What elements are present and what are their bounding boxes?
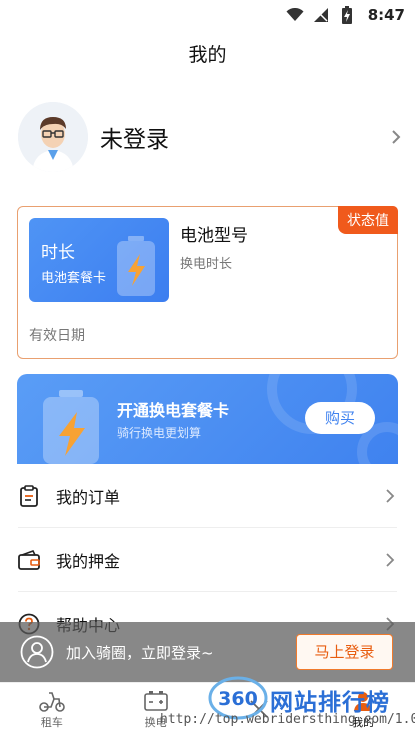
- user-circle-icon: [20, 635, 54, 669]
- page-title: 我的: [188, 44, 227, 66]
- duration-box: 时长 电池套餐卡: [29, 218, 169, 302]
- battery-swap-icon: [143, 690, 169, 712]
- tab-label: 租车: [40, 716, 63, 729]
- bottom-tab-bar: 租车 换电 我的: [0, 682, 415, 737]
- tab-rent[interactable]: 租车: [0, 683, 104, 737]
- tab-label: 我的: [352, 716, 375, 729]
- clock: 8:47: [367, 6, 405, 24]
- package-label: 电池套餐卡: [41, 271, 107, 286]
- tab-service[interactable]: [208, 683, 312, 737]
- tab-label: 换电: [144, 716, 167, 729]
- login-prompt-text: 加入骑圈，立即登录~: [66, 643, 214, 662]
- avatar-icon: [18, 102, 88, 172]
- wallet-icon: [18, 549, 40, 571]
- buy-button[interactable]: 购买: [305, 402, 375, 434]
- duration-title: 时长: [41, 243, 75, 263]
- menu-item-label: 我的押金: [56, 551, 121, 571]
- battery-package-card[interactable]: 状态值 时长 电池套餐卡 电池型号 换电时长 有效日期: [17, 206, 398, 359]
- tools-icon: [246, 698, 272, 720]
- status-bar: 8:47: [0, 0, 415, 30]
- battery-model-label: 电池型号: [180, 226, 248, 246]
- login-prompt-bar: 加入骑圈，立即登录~ 马上登录: [0, 622, 415, 682]
- signal-icon: [312, 7, 330, 23]
- tab-mine[interactable]: 我的: [311, 683, 415, 737]
- swap-duration-label: 换电时长: [180, 257, 233, 272]
- promo-banner[interactable]: 开通换电套餐卡 骑行换电更划算 购买: [17, 374, 398, 464]
- chevron-right-icon[interactable]: [389, 130, 403, 144]
- promo-title: 开通换电套餐卡: [117, 401, 230, 420]
- chevron-right-icon: [383, 552, 397, 567]
- user-icon: [350, 690, 376, 712]
- menu-item-orders[interactable]: 我的订单: [18, 464, 397, 528]
- profile-row[interactable]: 未登录: [18, 100, 403, 174]
- wifi-icon: [286, 7, 304, 23]
- status-badge: 状态值: [338, 206, 398, 234]
- valid-date-label: 有效日期: [29, 328, 85, 344]
- menu-item-label: 我的订单: [56, 487, 121, 507]
- tab-swap[interactable]: 换电: [104, 683, 208, 737]
- scooter-icon: [39, 690, 65, 712]
- login-button[interactable]: 马上登录: [296, 634, 393, 670]
- chevron-right-icon: [383, 488, 397, 503]
- battery-charging-icon: [338, 6, 356, 24]
- menu-item-deposit[interactable]: 我的押金: [18, 528, 397, 592]
- battery-icon: [41, 390, 101, 464]
- promo-subtitle: 骑行换电更划算: [117, 426, 202, 440]
- login-status-label: 未登录: [100, 127, 169, 153]
- battery-icon: [115, 236, 157, 300]
- order-icon: [18, 484, 40, 507]
